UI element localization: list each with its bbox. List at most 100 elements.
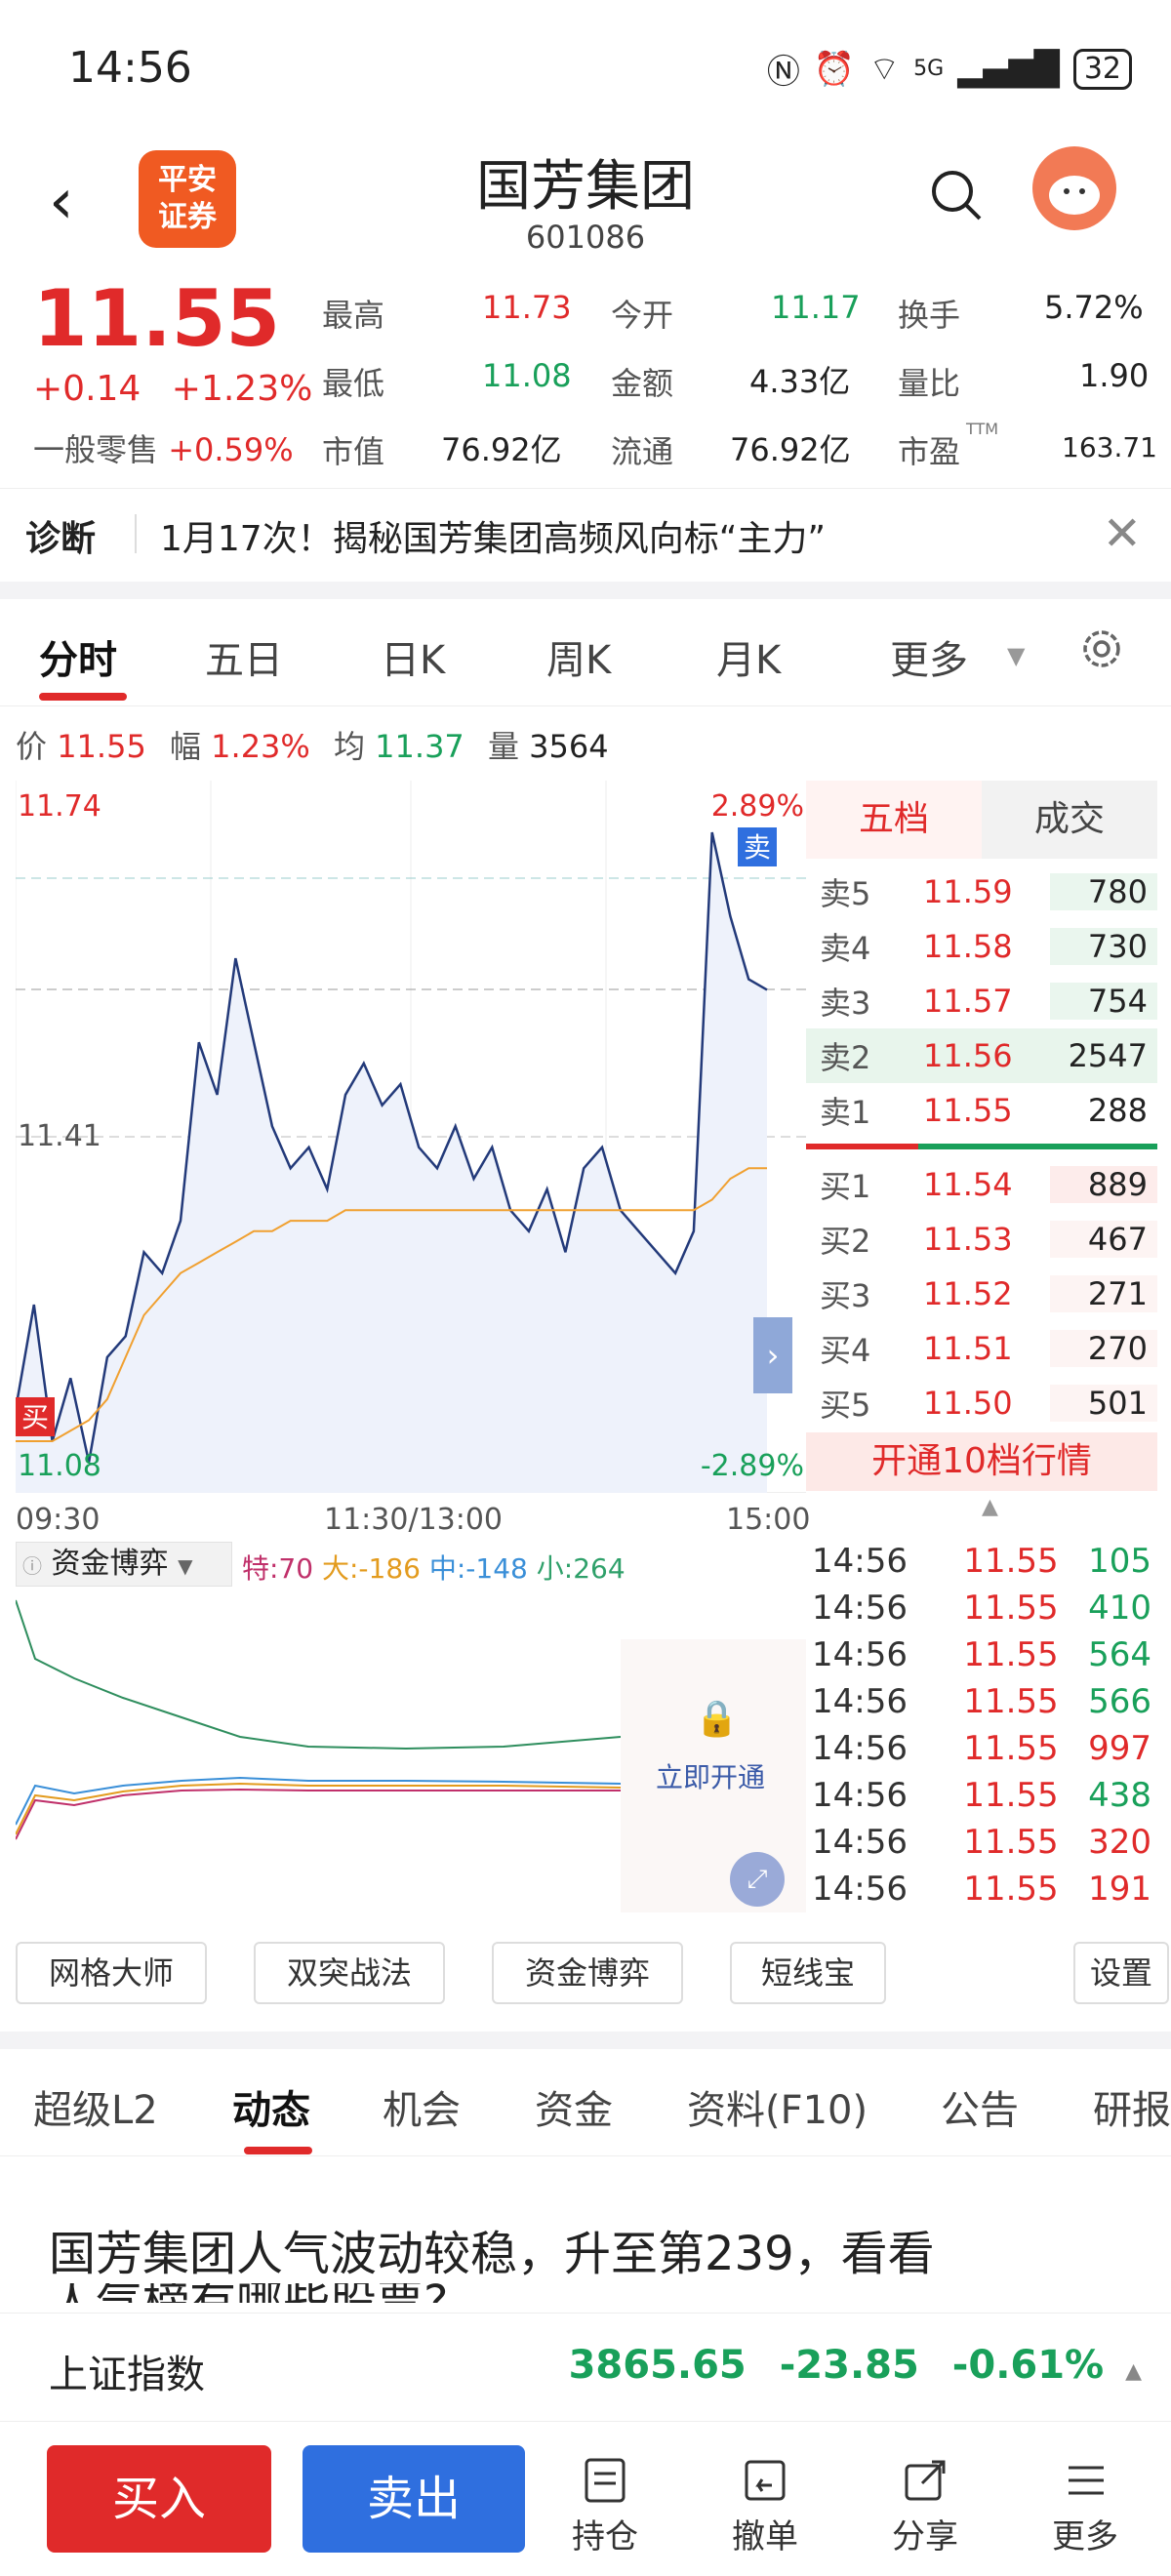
trade-row: 14:56 11.55 191 [806, 1870, 1157, 1916]
ask-label: 卖5 [820, 875, 871, 912]
section-gap [0, 2032, 1171, 2049]
ask-volume: 754 [1050, 983, 1157, 1020]
tool-short-line[interactable]: 短线宝 [730, 1942, 886, 2004]
bid-price: 11.54 [923, 1166, 1013, 1203]
tab-f10[interactable]: 资料(F10) [687, 2078, 868, 2135]
bid-price: 11.53 [923, 1221, 1013, 1258]
tab-announcement[interactable]: 公告 [941, 2078, 1019, 2135]
ask-row: 卖3 11.57 754 [806, 974, 1157, 1028]
ask-label: 卖4 [820, 930, 871, 967]
tab-super-l2[interactable]: 超级L2 [33, 2078, 158, 2135]
chevron-right-icon[interactable]: › [767, 1337, 780, 1374]
tab-intraday[interactable]: 分时 [39, 628, 117, 685]
settings-button[interactable]: 设置 [1073, 1942, 1169, 2004]
battery-icon: 32 [1072, 48, 1132, 90]
index-values: 3865.65 -23.85 -0.61% ▲ [569, 2343, 1142, 2388]
ask-price: 11.58 [923, 928, 1013, 965]
bid-volume: 889 [1050, 1166, 1157, 1203]
fund-flow-title: 资金博弈 [51, 1547, 169, 1581]
buy-button[interactable]: 买入 [47, 2445, 271, 2553]
section-gap [0, 582, 1171, 599]
bid-label: 买3 [820, 1277, 871, 1314]
avatar[interactable] [1032, 146, 1116, 230]
close-icon[interactable]: ✕ [1103, 506, 1142, 561]
sell-button[interactable]: 卖出 [303, 2445, 525, 2553]
info-icon: ⓘ [22, 1554, 42, 1578]
sector-change[interactable]: 一般零售 +0.59% [33, 425, 294, 470]
open-10-level-button[interactable]: 开通10档行情 [806, 1432, 1157, 1491]
fund-flow-selector[interactable]: ⓘ 资金博弈 ▼ [16, 1542, 232, 1587]
chevron-down-icon[interactable]: ▼ [1007, 642, 1025, 669]
chart-bottom-pct: -2.89% [701, 1449, 804, 1483]
trade-time: 14:56 [812, 1823, 908, 1862]
gear-icon[interactable] [1077, 624, 1126, 677]
cancel-order-button[interactable]: 撤单 [707, 2451, 824, 2557]
trade-time: 14:56 [812, 1682, 908, 1721]
float-value: 76.92亿 [730, 431, 851, 468]
trade-row: 14:56 11.55 438 [806, 1776, 1157, 1823]
tool-fund-game[interactable]: 资金博弈 [492, 1942, 683, 2004]
sector-label: 一般零售 [33, 431, 159, 468]
chart-top-price: 11.74 [18, 789, 101, 824]
back-icon[interactable]: ‹ [49, 166, 74, 238]
legend-special: 特:70 [242, 1552, 314, 1585]
tab-news-feed[interactable]: 动态 [232, 2078, 310, 2135]
tab-opportunity[interactable]: 机会 [383, 2078, 461, 2135]
header: 国芳集团 601086 ‹ 平安 证券 [0, 137, 1171, 273]
tab-monthly-k[interactable]: 月K [716, 628, 781, 685]
tab-trades[interactable]: 成交 [982, 781, 1157, 859]
chart-tabs: 分时 五日 日K 周K 月K 更多 ▼ [0, 599, 1171, 706]
search-icon[interactable] [927, 166, 986, 228]
volume-ratio-value: 1.90 [1079, 357, 1150, 394]
pe-ttm: TTM [966, 420, 999, 438]
order-book: 五档 成交 卖5 11.59 780 卖4 11.58 730 卖3 11.57… [806, 781, 1157, 1493]
tab-five-day[interactable]: 五日 [205, 628, 283, 685]
tab-more[interactable]: 更多 [890, 628, 968, 685]
tab-weekly-k[interactable]: 周K [546, 628, 611, 685]
diagnosis-text[interactable]: 1月17次！揭秘国芳集团高频风向标“主力” [160, 510, 826, 561]
news-headline[interactable]: 国芳集团人气波动较稳，升至第239，看看 [49, 2215, 1122, 2277]
ask-row: 卖5 11.59 780 [806, 865, 1157, 919]
tab-five-levels[interactable]: 五档 [806, 781, 982, 859]
bid-volume: 467 [1050, 1221, 1157, 1258]
trade-row: 14:56 11.55 320 [806, 1823, 1157, 1870]
diagnosis-bar[interactable]: 诊断 1月17次！揭秘国芳集团高频风向标“主力” ✕ [0, 488, 1171, 582]
tool-grid-master[interactable]: 网格大师 [16, 1942, 207, 2004]
caret-up-icon[interactable]: ▲ [982, 1495, 998, 1519]
tab-research[interactable]: 研报 [1093, 2078, 1171, 2135]
tool-double-break[interactable]: 双突战法 [254, 1942, 445, 2004]
amp-label: 幅 [169, 728, 201, 765]
bid-ask-ratio-bar [806, 1144, 918, 1149]
trade-time: 14:56 [812, 1776, 908, 1815]
news-headline-cont[interactable]: 人气榜有哪些股票? [49, 2283, 634, 2303]
legend-large: 大:-186 [321, 1552, 421, 1585]
share-button[interactable]: 分享 [867, 2451, 984, 2557]
more-button[interactable]: 更多 [1027, 2451, 1144, 2557]
fund-flow-panel: ⓘ 资金博弈 ▼ 特:70 大:-186 中:-148 小:264 🔒 立即开通… [16, 1542, 806, 1922]
logo-line1: 平安 [158, 163, 217, 197]
bid-volume: 270 [1050, 1330, 1157, 1367]
intraday-chart[interactable]: 11.74 11.41 11.08 2.89% -2.89% 卖 买 › [14, 781, 806, 1494]
caret-up-icon[interactable]: ▲ [1125, 2359, 1142, 2384]
fullscreen-icon[interactable]: ⤢ [730, 1852, 785, 1907]
trade-volume: 566 [1088, 1682, 1151, 1721]
bid-ask-ratio-bar [918, 1144, 1157, 1149]
tab-fund[interactable]: 资金 [535, 2078, 613, 2135]
undo-icon [707, 2451, 824, 2510]
volume-ratio-label: 量比 [898, 365, 961, 402]
tab-daily-k[interactable]: 日K [381, 628, 445, 685]
vol-value: 3564 [529, 728, 609, 765]
ask-price: 11.55 [923, 1092, 1013, 1129]
price-change: +0.14 +1.23% [33, 369, 312, 409]
trade-volume: 997 [1088, 1729, 1151, 1768]
network-label: 5G [913, 57, 945, 81]
trade-time: 14:56 [812, 1870, 908, 1909]
signal-icon: ▂▄▆█ [957, 49, 1060, 89]
cap-label: 市值 [322, 433, 385, 470]
unlock-button[interactable]: 立即开通 [656, 1756, 765, 1795]
hold-button[interactable]: 持仓 [546, 2451, 664, 2557]
amp-value: 1.23% [211, 728, 310, 765]
bid-row: 买1 11.54 889 [806, 1157, 1157, 1212]
index-bar[interactable]: 上证指数 3865.65 -23.85 -0.61% ▲ [0, 2313, 1171, 2422]
bid-label: 买4 [820, 1332, 871, 1369]
